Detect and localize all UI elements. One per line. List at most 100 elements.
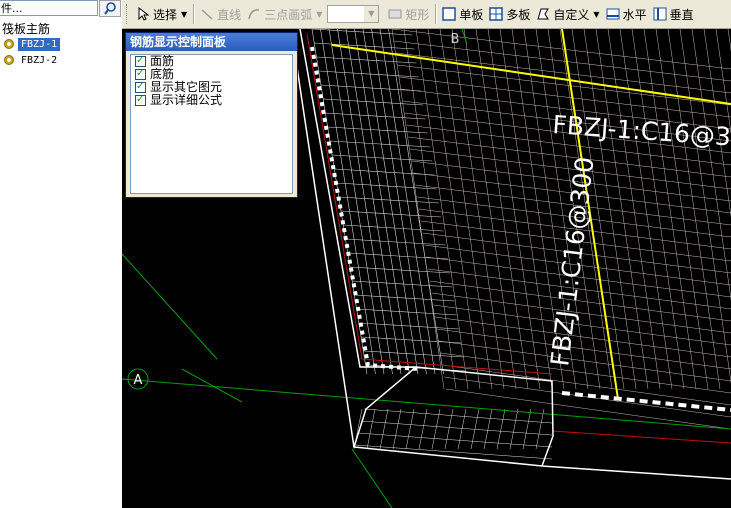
line-label: 直线 — [217, 7, 242, 22]
vertical-label: 垂直 — [669, 7, 694, 22]
grid-line — [442, 364, 731, 406]
cursor-arrow-icon — [138, 7, 150, 21]
slab-outline — [299, 29, 554, 467]
toolbar-separator — [193, 4, 195, 24]
grid-line — [391, 29, 445, 390]
tree-item-fbzj-1[interactable]: FBZJ-1 — [4, 37, 61, 51]
horizontal-button[interactable]: 水平 — [603, 3, 650, 25]
option-label: 显示详细公式 — [150, 93, 223, 107]
single-slab-icon — [442, 7, 457, 21]
panel-body: 面筋 底筋 显示其它图元 显示详细公式 — [130, 54, 293, 194]
grid-line — [363, 408, 553, 424]
grid-line — [328, 29, 385, 375]
rect-button[interactable]: 矩形 — [385, 3, 432, 25]
axis-b-label: B — [451, 32, 460, 47]
grid-line — [463, 29, 517, 390]
grid-line — [379, 29, 436, 375]
axis-line-lower — [351, 448, 393, 508]
checkbox-top-rebar[interactable] — [135, 54, 146, 67]
beam-line-yellow-h — [331, 44, 731, 105]
vertical-button[interactable]: 垂直 — [650, 3, 697, 25]
grid-line — [418, 408, 428, 450]
grid-line — [405, 408, 415, 450]
line-button[interactable]: 直线 — [197, 3, 244, 25]
horizontal-label: 水平 — [622, 7, 647, 22]
toolbar-grip[interactable] — [126, 4, 130, 24]
horizontal-icon — [606, 8, 620, 20]
single-slab-label: 单板 — [459, 7, 484, 22]
grid-line — [360, 420, 553, 436]
rect-label: 矩形 — [405, 7, 430, 22]
tree-item-fbzj-2[interactable]: FBZJ-2 — [4, 53, 60, 67]
tree-root-label[interactable]: 筏板主筋 — [2, 20, 50, 37]
grid-line — [320, 84, 421, 92]
grid-line — [457, 408, 467, 450]
rebar-display-panel: 钢筋显示控制面板 面筋 底筋 显示其它图元 显示详细公式 — [125, 32, 298, 198]
grid-line — [366, 408, 376, 450]
grid-line — [427, 29, 481, 390]
line-icon — [201, 9, 213, 20]
checkbox-show-formula[interactable] — [135, 93, 146, 106]
chevron-down-icon: ▼ — [593, 9, 600, 19]
tree-panel: 件... 筏板主筋 FBZJ-1 FBZJ-2 — [0, 0, 123, 508]
grid-line — [679, 29, 731, 384]
arc-button[interactable]: 三点画弧 ▼ — [244, 3, 325, 25]
grid-line — [334, 168, 435, 176]
drawing-toolbar: 选择 ▼ 直线 三点画弧 ▼ ▼ 矩形 单板 多板 自定义 ▼ 水平 垂直 — [122, 0, 731, 29]
chevron-down-icon: ▼ — [316, 9, 323, 19]
grid-line — [311, 29, 413, 36]
grid-line — [522, 408, 532, 450]
mode-select[interactable]: ▼ — [327, 5, 380, 23]
rebar-label-vertical: FBZJ-1:C16@300 — [545, 155, 599, 367]
grid-line — [354, 294, 455, 302]
grid-line — [397, 64, 731, 106]
grid-line — [438, 340, 731, 382]
multi-slab-button[interactable]: 多板 — [486, 3, 533, 25]
grid-line — [357, 432, 553, 448]
axis-line-diagonal — [181, 368, 243, 403]
grid-line — [311, 29, 368, 375]
grid-line — [341, 210, 442, 218]
checkbox-bottom-rebar[interactable] — [135, 67, 146, 80]
select-label: 选择 — [153, 7, 178, 22]
checkbox-show-other-elements[interactable] — [135, 80, 146, 93]
chevron-down-icon: ▼ — [364, 6, 379, 22]
vertical-icon — [653, 7, 667, 21]
grid-line — [323, 98, 424, 106]
tree-item-label: FBZJ-1 — [18, 37, 61, 51]
search-input[interactable]: 件... — [0, 0, 98, 16]
grid-line — [327, 126, 428, 134]
axis-line-left — [122, 253, 218, 360]
grid-line — [379, 408, 389, 450]
grid-line — [509, 408, 519, 450]
panel-title[interactable]: 钢筋显示控制面板 — [126, 33, 297, 51]
select-button[interactable]: 选择 ▼ — [133, 3, 190, 25]
custom-button[interactable]: 自定义 ▼ — [533, 3, 602, 25]
slab-edge-red-bottom — [551, 430, 731, 444]
grid-line — [343, 224, 444, 232]
grid-line — [440, 352, 731, 394]
grid-line — [395, 52, 731, 94]
slab-outline-left — [291, 33, 355, 448]
grid-line — [337, 29, 393, 375]
grid-line — [354, 29, 410, 375]
option-show-formula[interactable]: 显示详细公式 — [135, 93, 292, 107]
grid-line — [345, 238, 446, 246]
grid-line — [475, 29, 529, 390]
chevron-down-icon: ▼ — [181, 9, 188, 19]
search-button[interactable] — [99, 0, 121, 17]
multi-slab-icon — [489, 7, 504, 21]
grid-line — [499, 29, 553, 390]
grid-line — [345, 29, 402, 375]
multi-slab-label: 多板 — [506, 7, 531, 22]
grid-line — [487, 29, 541, 390]
arc-label: 三点画弧 — [264, 7, 313, 22]
grid-line — [483, 408, 493, 450]
grid-line — [667, 29, 721, 390]
grid-line — [433, 304, 731, 346]
toolbar-separator — [435, 4, 437, 24]
single-slab-button[interactable]: 单板 — [439, 3, 486, 25]
grid-line — [329, 140, 430, 148]
axis-a-label: A — [134, 373, 143, 388]
grid-line — [392, 408, 402, 450]
